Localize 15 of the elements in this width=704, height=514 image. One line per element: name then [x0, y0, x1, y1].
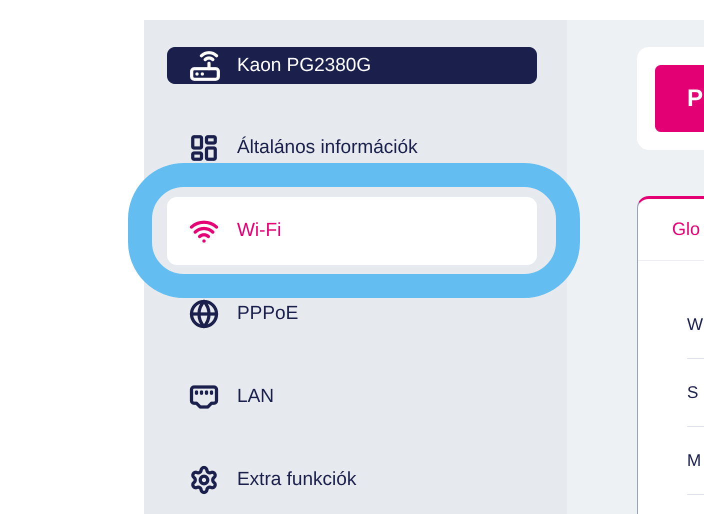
- row-label: S: [687, 382, 698, 402]
- nav-item[interactable]: LAN: [167, 363, 537, 431]
- action-button[interactable]: P: [655, 65, 704, 132]
- router-icon: [189, 50, 221, 82]
- nav-item[interactable]: PPPoE: [167, 280, 537, 348]
- nav-item[interactable]: Extra funkciók: [167, 446, 537, 514]
- globe-icon: [189, 299, 219, 329]
- tab[interactable]: Glo: [672, 219, 700, 240]
- settings-icon: [189, 465, 219, 495]
- nav-item[interactable]: Általános információk: [167, 114, 537, 182]
- row-label: M: [687, 450, 702, 470]
- dashboard-icon: [189, 133, 219, 163]
- row-label: W: [687, 314, 704, 334]
- device-button[interactable]: Kaon PG2380G: [167, 47, 537, 84]
- nav-item[interactable]: Wi-Fi: [167, 197, 537, 265]
